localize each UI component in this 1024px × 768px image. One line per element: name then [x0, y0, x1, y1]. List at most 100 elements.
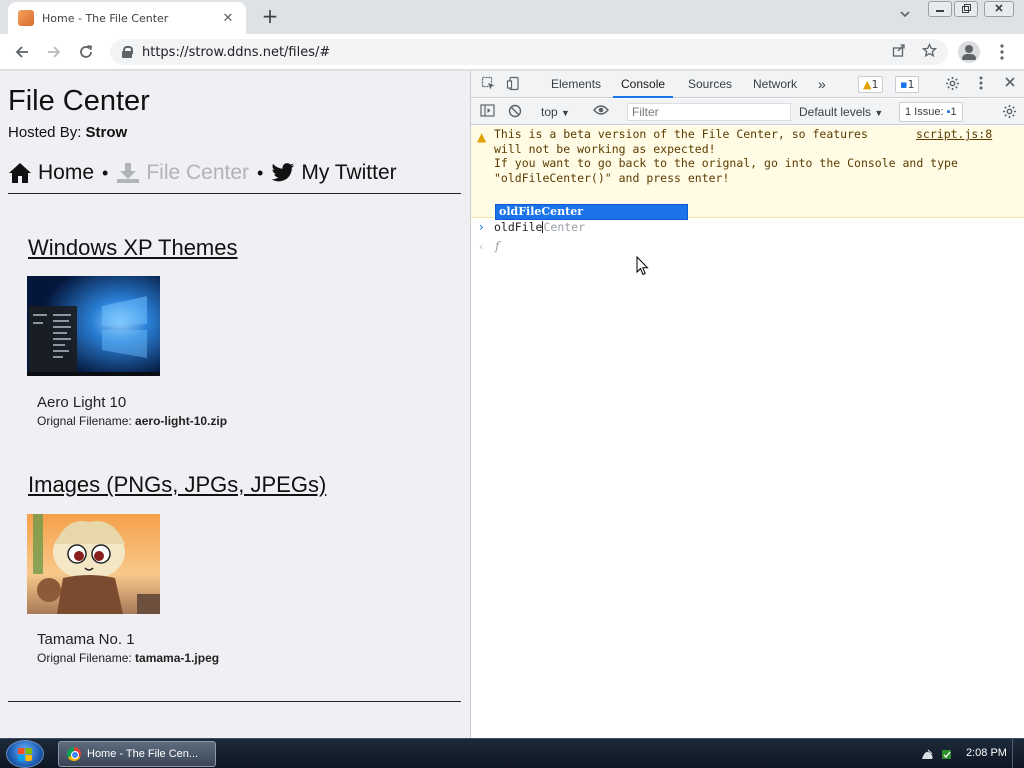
- devtools-panel: Elements Console Sources Network » ▲1 ▪1…: [470, 71, 1024, 738]
- tab-search-chevron-icon[interactable]: [896, 8, 914, 26]
- filename-label: Orignal Filename:: [37, 414, 136, 428]
- image-thumbnail[interactable]: [27, 514, 160, 614]
- close-devtools-icon[interactable]: [1002, 76, 1018, 92]
- settings-gear-icon[interactable]: [944, 76, 960, 92]
- back-arrow-icon[interactable]: [10, 40, 34, 64]
- download-icon[interactable]: [116, 162, 140, 184]
- restore-button[interactable]: [954, 1, 978, 17]
- log-levels-dropdown[interactable]: Default levels ▼: [799, 103, 883, 122]
- issues-label: 1 Issue:: [905, 106, 944, 118]
- console-input[interactable]: oldFileCenter: [494, 220, 585, 234]
- messages-badge[interactable]: ▪1: [895, 76, 920, 93]
- log-levels-label: Default levels: [799, 105, 872, 119]
- item-filename: Orignal Filename: aero-light-10.zip: [37, 414, 227, 428]
- nav-separator: •: [102, 162, 109, 183]
- context-value: top: [541, 105, 558, 119]
- device-toolbar-icon[interactable]: [505, 76, 521, 92]
- address-bar[interactable]: https://strow.ddns.net/files/#: [110, 39, 948, 65]
- filename-value: tamama-1.jpeg: [135, 651, 220, 665]
- tab-console[interactable]: Console: [613, 71, 674, 98]
- nav-file-center-link[interactable]: File Center: [146, 161, 249, 185]
- issues-count: 1: [950, 106, 957, 118]
- tab-title: Home - The File Center: [42, 11, 169, 25]
- warning-text[interactable]: This is a beta version of the File Cente…: [494, 127, 958, 185]
- start-button-windows-logo-icon[interactable]: [6, 740, 44, 768]
- console-settings-gear-icon[interactable]: [1001, 104, 1017, 120]
- sidebar-toggle-icon[interactable]: [479, 104, 495, 120]
- prompt-chevron-icon: ›: [479, 220, 484, 234]
- hosted-label: Hosted By:: [8, 124, 86, 141]
- filename-value: aero-light-10.zip: [135, 414, 228, 428]
- nav-separator: •: [257, 162, 264, 183]
- site-favicon-icon: [18, 10, 34, 26]
- devtools-tab-bar: Elements Console Sources Network » ▲1 ▪1: [471, 71, 1024, 98]
- filename-label: Orignal Filename:: [37, 651, 136, 665]
- share-icon[interactable]: [888, 43, 910, 61]
- nav-twitter-link[interactable]: My Twitter: [301, 161, 396, 185]
- dropdown-arrow-icon: ▼: [561, 108, 570, 118]
- system-clock[interactable]: 2:08 PM: [966, 747, 1007, 759]
- item-name: Tamama No. 1: [37, 631, 135, 648]
- reload-icon[interactable]: [74, 40, 98, 64]
- bookmark-star-icon[interactable]: [918, 42, 940, 62]
- page-title: File Center: [8, 85, 150, 117]
- console-input-ghost: Center: [543, 220, 586, 234]
- item-name: Aero Light 10: [37, 394, 127, 411]
- warning-triangle-icon: ▲: [477, 130, 487, 144]
- tab-close-button[interactable]: ✕: [220, 11, 236, 26]
- hosted-name: Strow: [85, 124, 128, 141]
- clear-console-icon[interactable]: [507, 104, 523, 120]
- url-text[interactable]: https://strow.ddns.net/files/#: [142, 45, 888, 60]
- taskbar-window-label: Home - The File Cen...: [87, 748, 199, 760]
- messages-count: 1: [907, 78, 915, 91]
- taskbar: Home - The File Cen... 2:08 PM: [0, 738, 1024, 768]
- web-page: File Center Hosted By: Strow Home • File…: [0, 71, 470, 738]
- browser-toolbar: https://strow.ddns.net/files/#: [0, 34, 1024, 70]
- system-tray-icons[interactable]: [920, 747, 958, 764]
- console-prompt[interactable]: › oldFileCenter: [471, 219, 1024, 237]
- minimize-button[interactable]: [928, 1, 952, 17]
- new-tab-button[interactable]: +: [258, 6, 282, 28]
- chrome-icon: [67, 747, 81, 761]
- context-selector[interactable]: top ▼: [541, 103, 570, 122]
- divider: [8, 193, 461, 194]
- tab-network[interactable]: Network: [753, 71, 797, 98]
- lock-icon[interactable]: [122, 46, 133, 58]
- inspect-element-icon[interactable]: [480, 76, 496, 92]
- divider: [8, 701, 461, 702]
- console-toolbar: top ▼ Filter Default levels ▼ 1 Issue: ▪…: [471, 99, 1024, 125]
- more-tabs-button[interactable]: »: [818, 71, 826, 98]
- theme-thumbnail[interactable]: [27, 276, 160, 376]
- console-input-typed: oldFile: [494, 220, 543, 234]
- console-filter-input[interactable]: Filter: [627, 103, 791, 121]
- browser-tab[interactable]: Home - The File Center ✕: [8, 2, 246, 34]
- autocomplete-suggestion[interactable]: oldFileCenter: [495, 204, 688, 220]
- taskbar-window-button[interactable]: Home - The File Cen...: [58, 741, 216, 767]
- twitter-bird-icon[interactable]: [271, 162, 295, 184]
- function-preview: f: [495, 239, 500, 253]
- result-arrow-icon: ‹: [479, 240, 484, 253]
- warnings-badge[interactable]: ▲1: [858, 76, 884, 93]
- mouse-cursor-icon: [636, 255, 650, 276]
- dropdown-arrow-icon: ▼: [874, 108, 884, 118]
- forward-arrow-icon[interactable]: [42, 40, 66, 64]
- section-heading-themes[interactable]: Windows XP Themes: [28, 235, 238, 261]
- tab-strip: Home - The File Center ✕ +: [0, 0, 1024, 34]
- warning-source-link[interactable]: script.js:8: [916, 127, 992, 141]
- close-window-button[interactable]: [984, 1, 1014, 17]
- tab-elements[interactable]: Elements: [551, 71, 601, 98]
- section-heading-images[interactable]: Images (PNGs, JPGs, JPEGs): [28, 472, 326, 498]
- site-nav: Home • File Center • My Twitter: [8, 159, 397, 187]
- browser-menu-icon[interactable]: [992, 40, 1012, 64]
- live-expression-eye-icon[interactable]: [593, 104, 609, 120]
- issues-button[interactable]: 1 Issue: ▪1: [899, 102, 963, 122]
- home-icon[interactable]: [8, 162, 32, 184]
- profile-avatar-icon[interactable]: [958, 41, 980, 63]
- nav-home-link[interactable]: Home: [38, 161, 94, 185]
- warnings-count: 1: [871, 78, 879, 91]
- tab-sources[interactable]: Sources: [688, 71, 732, 98]
- devtools-menu-icon[interactable]: [973, 76, 989, 92]
- item-filename: Orignal Filename: tamama-1.jpeg: [37, 651, 219, 665]
- console-eager-result: ‹ f: [471, 239, 1024, 257]
- show-desktop-button[interactable]: [1012, 739, 1024, 768]
